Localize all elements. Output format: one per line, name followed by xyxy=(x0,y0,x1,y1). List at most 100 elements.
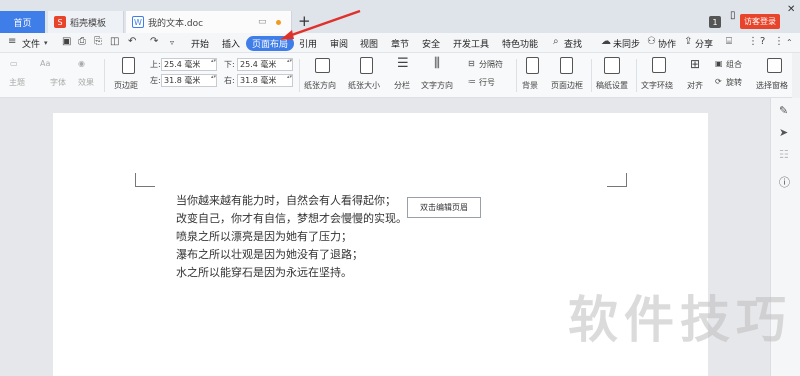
left-margin-input[interactable]: 31.8 毫米 xyxy=(161,74,217,87)
page-layout-ribbon: ▭ 主题 Aa 字体 ◉ 效果 页边距 上: 25.4 毫米 左: 31.8 毫… xyxy=(0,53,792,98)
help-icon[interactable]: ? xyxy=(760,36,765,47)
right-margin-label: 右: xyxy=(224,76,235,85)
ribbon-separator xyxy=(516,59,517,92)
save-icon[interactable]: ▣ xyxy=(62,36,71,47)
columns-button[interactable]: 分栏 xyxy=(394,80,410,91)
sync-status[interactable]: 未同步 xyxy=(613,37,640,50)
left-margin-label: 左: xyxy=(150,76,161,85)
help-circle-icon[interactable]: ⓘ xyxy=(779,174,790,190)
tab-document-label: 我的文本.doc xyxy=(148,18,204,29)
monitor-icon[interactable]: ▭ xyxy=(258,17,267,27)
tab-count-badge[interactable]: 1 xyxy=(709,16,721,28)
redo-icon[interactable]: ↷ xyxy=(150,36,158,47)
tab-template[interactable]: S 稻壳模板 xyxy=(48,11,124,33)
ribbon-separator xyxy=(636,59,637,92)
breaks-button[interactable]: 分隔符 xyxy=(479,59,503,70)
chevron-down-icon[interactable]: ▾ xyxy=(44,39,48,47)
top-margin-input[interactable]: 25.4 毫米 xyxy=(161,58,217,71)
text-line-1[interactable]: 当你越来越有能力时，自然会有人看得起你； xyxy=(176,192,396,208)
margin-corner-top-right xyxy=(607,173,627,187)
background-icon xyxy=(526,57,539,74)
text-line-4[interactable]: 瀑布之所以壮观是因为她没有了退路； xyxy=(176,246,363,262)
selection-pane-button[interactable]: 选择窗格 xyxy=(756,80,788,91)
text-line-5[interactable]: 水之所以能穿石是因为永远在坚持。 xyxy=(176,264,352,280)
sliders-icon[interactable]: ☷ xyxy=(779,148,789,161)
docer-logo-icon: S xyxy=(54,16,66,28)
more-vertical-icon[interactable]: ⋮ xyxy=(774,36,784,47)
bottom-margin-input[interactable]: 25.4 毫米 xyxy=(237,58,293,71)
tab-home[interactable]: 首页 xyxy=(0,11,45,33)
align-button[interactable]: 对齐 xyxy=(687,80,703,91)
right-margin-input[interactable]: 31.8 毫米 xyxy=(237,74,293,87)
title-tab-bar: 首页 S 稻壳模板 W 我的文本.doc ▭ + 1 访客登录 ▯ ✕ xyxy=(0,0,800,33)
menu-features[interactable]: 特色功能 xyxy=(502,37,538,50)
tab-template-label: 稻壳模板 xyxy=(70,18,107,29)
rotate-icon: ⟳ xyxy=(715,77,722,86)
menu-bar: ≡ 文件 ▾ ▣ ⎙ ⎘ ◫ ↶ ↷ ▿ 开始 插入 页面布局 引用 审阅 视图… xyxy=(0,33,800,53)
manuscript-icon xyxy=(604,57,620,74)
margins-icon xyxy=(122,57,135,74)
line-numbers-button[interactable]: 行号 xyxy=(479,77,495,88)
skin-icon[interactable]: ▯ xyxy=(730,10,736,21)
paper-size-button[interactable]: 纸张大小 xyxy=(348,80,380,91)
text-wrap-icon xyxy=(652,57,666,73)
search-icon[interactable]: ⌕ xyxy=(553,36,559,47)
page-border-button[interactable]: 页面边框 xyxy=(551,80,583,91)
share-button[interactable]: 分享 xyxy=(695,37,713,50)
more-chevron-icon[interactable]: ▿ xyxy=(170,38,174,47)
toolbox-icon[interactable]: ⌸ xyxy=(726,36,732,47)
close-icon[interactable]: ✕ xyxy=(787,4,795,15)
text-wrap-button[interactable]: 文字环绕 xyxy=(641,80,673,91)
hamburger-icon[interactable]: ≡ xyxy=(8,36,16,47)
paper-size-icon xyxy=(360,57,373,74)
collab-icon[interactable]: ⚇ xyxy=(647,36,656,47)
print-icon[interactable]: ⎘ xyxy=(94,36,102,47)
group-button[interactable]: 组合 xyxy=(726,59,742,70)
menu-search[interactable]: 查找 xyxy=(564,37,582,50)
visitor-login-button[interactable]: 访客登录 xyxy=(740,14,780,29)
ribbon-scroll-rail[interactable] xyxy=(792,53,800,98)
orientation-button[interactable]: 纸张方向 xyxy=(304,80,336,91)
menu-security[interactable]: 安全 xyxy=(422,37,440,50)
menu-file[interactable]: 文件 xyxy=(22,37,40,50)
share-icon[interactable]: ⇪ xyxy=(684,36,692,47)
more-dots-icon[interactable]: ⋮ xyxy=(748,36,758,47)
text-line-2[interactable]: 改变自己，你才有自信，梦想才会慢慢的实现。 xyxy=(176,210,407,226)
breaks-icon: ⊟ xyxy=(468,59,475,68)
margin-corner-top-left xyxy=(135,173,155,187)
manuscript-button[interactable]: 稿纸设置 xyxy=(596,80,628,91)
top-margin-label: 上: xyxy=(150,60,161,69)
cloud-sync-icon[interactable]: ☁ xyxy=(601,36,611,47)
menu-developer[interactable]: 开发工具 xyxy=(453,37,489,50)
menu-chapter[interactable]: 章节 xyxy=(391,37,409,50)
collab-button[interactable]: 协作 xyxy=(658,37,676,50)
preview-icon[interactable]: ◫ xyxy=(110,36,119,47)
bottom-margin-label: 下: xyxy=(224,60,235,69)
margins-button[interactable]: 页边距 xyxy=(114,80,138,91)
menu-start[interactable]: 开始 xyxy=(191,37,209,50)
text-line-3[interactable]: 喷泉之所以漂亮是因为她有了压力； xyxy=(176,228,352,244)
theme-icon: ▭ xyxy=(10,59,18,68)
align-icon: ⊞ xyxy=(690,57,701,71)
tab-document[interactable]: W 我的文本.doc xyxy=(126,11,292,33)
text-direction-icon: ⫼ xyxy=(434,56,440,71)
rotate-button[interactable]: 旋转 xyxy=(726,77,742,88)
ribbon-separator xyxy=(299,59,300,92)
pen-icon[interactable]: ✎ xyxy=(779,104,788,117)
cursor-icon[interactable]: ➤ xyxy=(779,126,788,139)
selection-pane-icon xyxy=(767,58,782,73)
export-icon[interactable]: ⎙ xyxy=(78,36,86,47)
undo-icon[interactable]: ↶ xyxy=(128,36,136,47)
menu-insert[interactable]: 插入 xyxy=(222,37,240,50)
collapse-ribbon-icon[interactable]: ⌃ xyxy=(786,38,793,47)
text-direction-button[interactable]: 文字方向 xyxy=(421,80,453,91)
group-icon: ▣ xyxy=(715,59,723,68)
theme-button[interactable]: 主题 xyxy=(9,77,25,88)
effect-button[interactable]: 效果 xyxy=(78,77,94,88)
orientation-icon xyxy=(315,58,330,73)
background-button[interactable]: 背景 xyxy=(522,80,538,91)
font-button[interactable]: 字体 xyxy=(50,77,66,88)
watermark: 软件技巧 xyxy=(568,291,792,349)
ribbon-separator xyxy=(104,59,105,92)
ribbon-separator xyxy=(591,59,592,92)
